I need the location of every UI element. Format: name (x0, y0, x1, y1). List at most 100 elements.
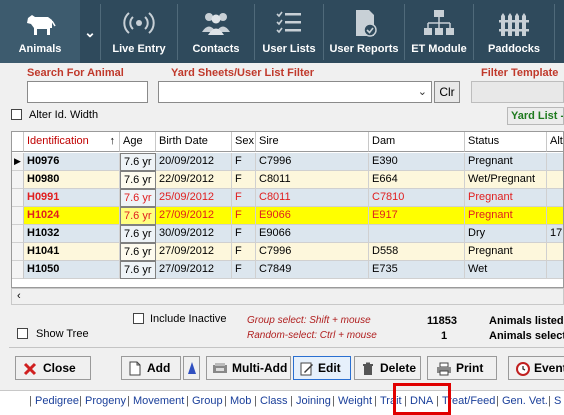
cell-age[interactable]: 7.6 yr (120, 207, 156, 225)
cell-id[interactable]: H1050 (24, 261, 120, 279)
animals-dropdown-button[interactable]: ⌄ (80, 0, 100, 63)
cell-status[interactable]: Wet (465, 261, 547, 279)
tab-mob[interactable]: Mob (230, 395, 251, 407)
user-reports-button[interactable]: User Reports (324, 0, 404, 63)
delete-button[interactable]: Delete (354, 356, 421, 380)
column-header-birth-date[interactable]: Birth Date (156, 132, 232, 152)
table-row[interactable]: ▶ H0976 7.6 yr 20/09/2012 F C7996 E390 Pregnant (12, 153, 563, 171)
column-header-age[interactable]: Age (120, 132, 156, 152)
cell-status[interactable]: Pregnant (465, 189, 547, 207)
alter-id-width-checkbox[interactable] (11, 109, 22, 120)
cell-sex[interactable]: F (232, 225, 256, 243)
add-button[interactable]: Add (121, 356, 181, 380)
tab-class[interactable]: Class (260, 395, 288, 407)
row-indicator[interactable] (12, 189, 24, 207)
cell-status[interactable]: Pregnant (465, 207, 547, 225)
tab-weight[interactable]: Weight (338, 395, 372, 407)
row-indicator[interactable] (12, 207, 24, 225)
filter-template-select[interactable] (471, 81, 564, 103)
column-header-identification[interactable]: Identification ↑ (24, 132, 120, 152)
column-header-sex[interactable]: Sex (232, 132, 256, 152)
cell-dam[interactable] (369, 225, 465, 243)
cell-alt[interactable] (547, 243, 563, 261)
table-row[interactable]: H10327.6 yr30/09/2012FE9066 Dry171 (12, 225, 563, 243)
cell-sire[interactable]: E9066 (256, 207, 369, 225)
yard-sheets-filter-select[interactable]: ⌄ (158, 81, 432, 103)
scroll-left-icon[interactable]: ‹ (17, 289, 21, 304)
cell-sire[interactable]: C7849 (256, 261, 369, 279)
table-row[interactable]: H0991 7.6 yr 25/09/2012 F C8011 C7810 Pregnant (12, 189, 563, 207)
tab-group[interactable]: Group (192, 395, 223, 407)
row-indicator[interactable] (12, 225, 24, 243)
cell-age[interactable]: 7.6 yr (120, 189, 156, 207)
table-row[interactable]: H0980 7.6 yr 22/09/2012 F C8011 E664 Wet/Pregn… (12, 171, 563, 189)
paddocks-button[interactable]: Paddocks (474, 0, 554, 63)
cell-sex[interactable]: F (232, 243, 256, 261)
cell-alt[interactable] (547, 261, 563, 279)
cell-sire[interactable]: C8011 (256, 171, 369, 189)
include-inactive-checkbox[interactable] (133, 313, 144, 324)
cell-id[interactable]: H1032 (24, 225, 120, 243)
cell-sex[interactable]: F (232, 153, 256, 171)
tab-joining[interactable]: Joining (296, 395, 331, 407)
cell-birth[interactable]: 22/09/2012 (156, 171, 232, 189)
cell-birth[interactable]: 27/09/2012 (156, 207, 232, 225)
close-button[interactable]: Close (15, 356, 91, 380)
cell-dam[interactable]: C7810 (369, 189, 465, 207)
tab-progeny[interactable]: Progeny (85, 395, 126, 407)
cell-sire[interactable]: E9066 (256, 225, 369, 243)
cell-sire[interactable]: C7996 (256, 153, 369, 171)
cell-age[interactable]: 7.6 yr (120, 225, 156, 243)
cell-birth[interactable]: 27/09/2012 (156, 261, 232, 279)
row-indicator[interactable] (12, 243, 24, 261)
animals-button[interactable]: Animals (0, 0, 80, 63)
cell-sex[interactable]: F (232, 207, 256, 225)
cell-id[interactable]: H0980 (24, 171, 120, 189)
cell-dam[interactable]: E390 (369, 153, 465, 171)
cell-status[interactable]: Pregnant (465, 243, 547, 261)
table-row[interactable]: H1050 7.6 yr 27/09/2012 F C7849 E735 Wet (12, 261, 563, 279)
cell-dam[interactable]: E735 (369, 261, 465, 279)
row-indicator[interactable] (12, 261, 24, 279)
cell-id[interactable]: H1041 (24, 243, 120, 261)
column-header-alt[interactable]: Alt (547, 132, 563, 152)
add-options-button[interactable] (183, 356, 200, 380)
cell-alt[interactable] (547, 189, 563, 207)
cell-dam[interactable]: E917 (369, 207, 465, 225)
table-row[interactable]: H1041 7.6 yr 27/09/2012 F C7996 D558 Pregnant (12, 243, 563, 261)
clear-filter-button[interactable]: Clr (434, 81, 460, 103)
cell-age[interactable]: 7.6 yr (120, 261, 156, 279)
yard-list-button[interactable]: Yard List - (507, 107, 564, 125)
cell-age[interactable]: 7.6 yr (120, 171, 156, 189)
row-indicator[interactable]: ▶ (12, 153, 24, 171)
cell-sex[interactable]: F (232, 171, 256, 189)
cell-sex[interactable]: F (232, 261, 256, 279)
tab-pedigree[interactable]: Pedigree (35, 395, 79, 407)
contacts-button[interactable]: Contacts (178, 0, 254, 63)
cell-id[interactable]: H0991 (24, 189, 120, 207)
horizontal-scrollbar[interactable]: ‹ (11, 288, 564, 305)
cell-id[interactable]: H0976 (24, 153, 120, 171)
search-input[interactable] (27, 81, 148, 103)
row-indicator[interactable] (12, 171, 24, 189)
cell-status[interactable]: Dry (465, 225, 547, 243)
print-button[interactable]: Print (427, 356, 497, 380)
cell-alt[interactable] (547, 171, 563, 189)
table-row[interactable]: H1024 7.6 yr 27/09/2012 F E9066 E917 Pregnant (12, 207, 563, 225)
column-header-dam[interactable]: Dam (369, 132, 465, 152)
cell-status[interactable]: Pregnant (465, 153, 547, 171)
multi-add-button[interactable]: Multi-Add (206, 356, 291, 380)
cell-status[interactable]: Wet/Pregnant (465, 171, 547, 189)
cell-sex[interactable]: F (232, 189, 256, 207)
cell-sire[interactable]: C8011 (256, 189, 369, 207)
live-entry-button[interactable]: Live Entry (101, 0, 177, 63)
cell-birth[interactable]: 30/09/2012 (156, 225, 232, 243)
cell-age[interactable]: 7.6 yr (120, 153, 156, 171)
cell-sire[interactable]: C7996 (256, 243, 369, 261)
cell-birth[interactable]: 25/09/2012 (156, 189, 232, 207)
cell-dam[interactable]: E664 (369, 171, 465, 189)
column-header-status[interactable]: Status (465, 132, 547, 152)
cell-alt[interactable] (547, 207, 563, 225)
cell-age[interactable]: 7.6 yr (120, 243, 156, 261)
tab-gen-vet[interactable]: Gen. Vet. (502, 395, 548, 407)
